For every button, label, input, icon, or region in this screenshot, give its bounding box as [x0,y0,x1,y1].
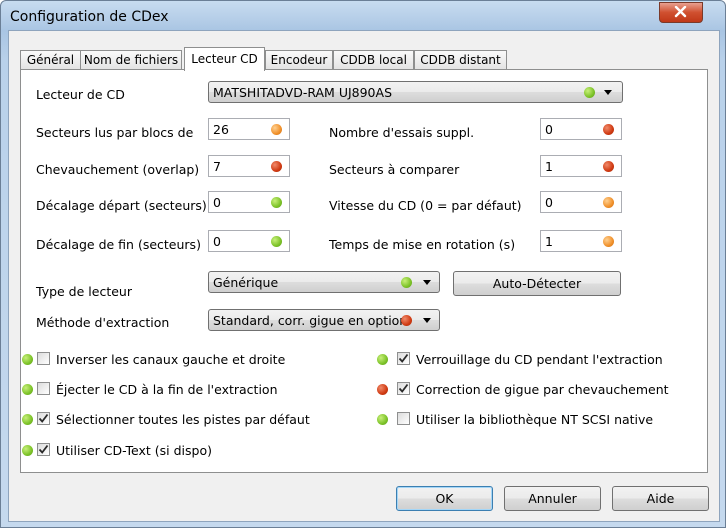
drive-type-label: Type de lecteur [36,284,132,299]
status-dot [22,414,33,425]
overlap-input[interactable]: 7 [208,155,290,177]
spin-up-label: Temps de mise en rotation (s) [329,237,516,252]
field-value: 1 [545,159,553,174]
field-value: 26 [213,122,229,137]
field-value: 1 [545,234,553,249]
compare-sectors-input[interactable]: 1 [540,155,622,177]
drive-type-select[interactable]: Générique [208,271,440,293]
chevron-down-icon [423,318,431,323]
cancel-button[interactable]: Annuler [504,486,601,511]
select-all-tracks-label: Sélectionner toutes les pistes par défau… [56,412,310,427]
status-dot [603,124,614,135]
status-dot [22,354,33,365]
jitter-correction-checkbox[interactable] [397,382,410,395]
field-value: 0 [545,122,553,137]
checkmark-icon [398,383,409,393]
tab-label: Lecteur CD [191,52,258,66]
close-icon [674,6,687,18]
retries-label: Nombre d'essais suppl. [329,125,475,140]
eject-cd-label: Éjecter le CD à la fin de l'extraction [56,382,278,397]
tab-label: Nom de fichiers [83,53,179,67]
field-value: 0 [545,195,553,210]
end-offset-input[interactable]: 0 [208,230,290,252]
field-value: 0 [213,195,221,210]
client-area: Général Nom de fichiers Lecteur CD Encod… [8,30,720,522]
status-dot [271,236,282,247]
cd-text-label: Utiliser CD-Text (si dispo) [56,443,212,458]
status-dot [603,161,614,172]
status-dot [271,124,282,135]
checkmark-icon [38,413,49,423]
status-dot [271,161,282,172]
chevron-down-icon [604,90,612,95]
overlap-label: Chevauchement (overlap) [36,162,200,177]
spin-up-input[interactable]: 1 [540,230,622,252]
close-button[interactable] [659,2,703,23]
status-dot [377,384,388,395]
window-title: Configuration de CDex [10,9,169,25]
chevron-down-icon [423,280,431,285]
status-dot [377,414,388,425]
cd-drive-label: Lecteur de CD [36,87,125,102]
cd-drive-panel: Lecteur de CD MATSHITADVD-RAM UJ890AS Se… [20,69,708,473]
extraction-method-label: Méthode d'extraction [36,315,170,330]
swap-channels-label: Inverser les canaux gauche et droite [56,352,286,367]
native-scsi-label: Utiliser la bibliothèque NT SCSI native [416,412,654,427]
jitter-correction-label: Correction de gigue par chevauchement [416,382,669,397]
cd-speed-input[interactable]: 0 [540,191,622,213]
tab-local-cddb[interactable]: CDDB local [333,50,414,70]
tab-label: CDDB distant [420,53,501,67]
status-dot [584,87,595,98]
tab-label: Encodeur [270,53,328,67]
ok-button[interactable]: OK [396,486,493,511]
status-dot [603,197,614,208]
retries-input[interactable]: 0 [540,118,622,140]
status-dot [401,315,412,326]
field-value: 7 [213,159,221,174]
compare-sectors-label: Secteurs à comparer [329,162,460,177]
tab-cd-drive[interactable]: Lecteur CD [184,47,265,71]
lock-cd-label: Verrouillage du CD pendant l'extraction [416,352,663,367]
tab-label: CDDB local [340,53,407,67]
tab-general[interactable]: Général [20,50,81,70]
status-dot [22,384,33,395]
status-dot [377,354,388,365]
native-scsi-checkbox[interactable] [397,412,410,425]
tab-encoder[interactable]: Encodeur [265,50,333,70]
extraction-method-value: Standard, corr. gigue en option [213,313,408,328]
cd-text-checkbox[interactable] [37,443,50,456]
start-offset-label: Décalage départ (secteurs) [36,198,207,213]
status-dot [401,277,412,288]
start-offset-input[interactable]: 0 [208,191,290,213]
tab-remote-cddb[interactable]: CDDB distant [414,50,507,70]
drive-type-value: Générique [213,275,279,290]
title-bar[interactable]: Configuration de CDex [1,1,725,31]
select-all-tracks-checkbox[interactable] [37,412,50,425]
auto-detect-button[interactable]: Auto-Détecter [453,271,621,296]
swap-channels-checkbox[interactable] [37,352,50,365]
cd-drive-value: MATSHITADVD-RAM UJ890AS [213,85,392,100]
tab-file-names[interactable]: Nom de fichiers [80,50,182,70]
help-button[interactable]: Aide [612,486,709,511]
cd-speed-label: Vitesse du CD (0 = par défaut) [329,198,522,213]
read-sectors-label: Secteurs lus par blocs de [36,125,194,140]
status-dot [22,445,33,456]
cd-drive-select[interactable]: MATSHITADVD-RAM UJ890AS [208,81,623,103]
end-offset-label: Décalage de fin (secteurs) [36,237,201,252]
read-sectors-input[interactable]: 26 [208,118,290,140]
extraction-method-select[interactable]: Standard, corr. gigue en option [208,309,440,331]
checkmark-icon [38,444,49,454]
checkmark-icon [398,353,409,363]
field-value: 0 [213,234,221,249]
tab-label: Général [26,53,75,67]
lock-cd-checkbox[interactable] [397,352,410,365]
status-dot [271,197,282,208]
eject-cd-checkbox[interactable] [37,382,50,395]
status-dot [603,236,614,247]
dialog-window: Configuration de CDex Général Nom de fic… [0,0,726,528]
